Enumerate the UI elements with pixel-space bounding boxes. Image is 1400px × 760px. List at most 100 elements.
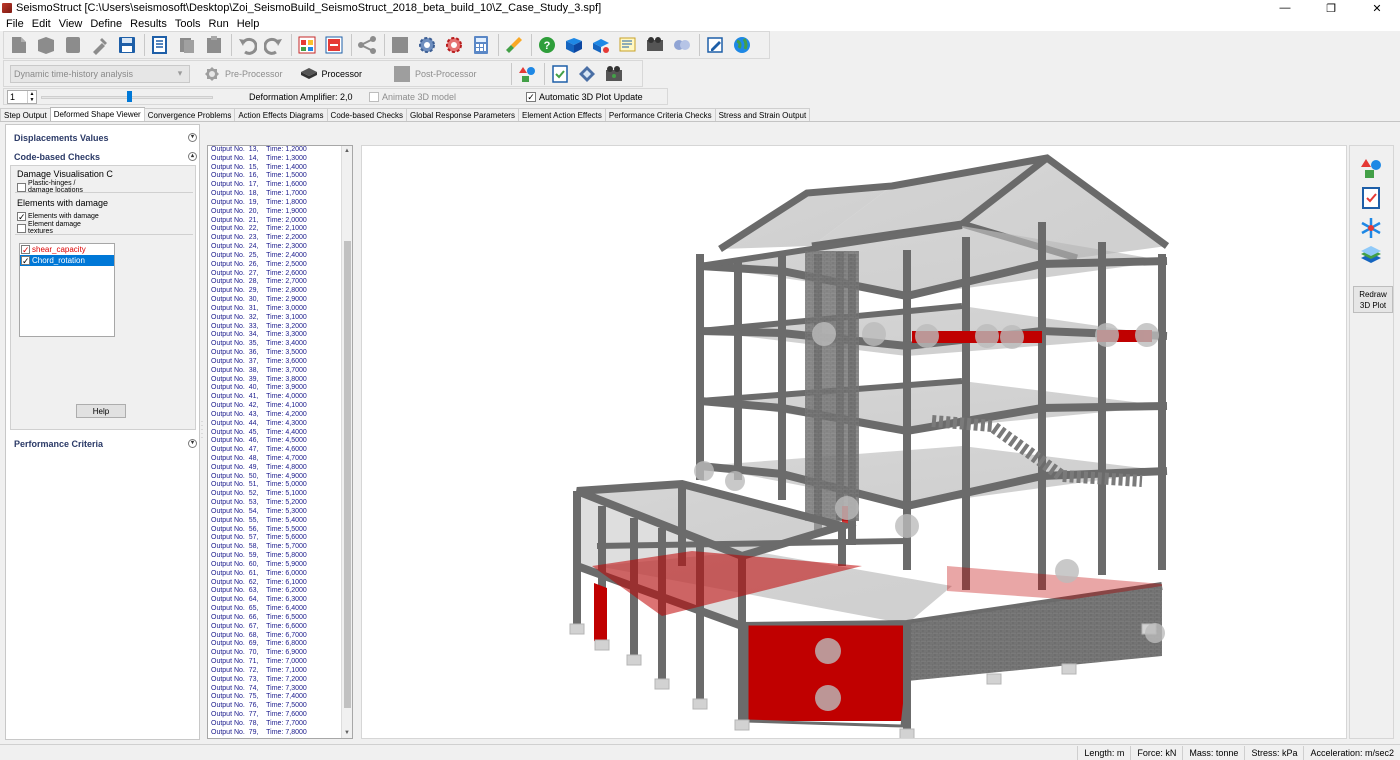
notes-icon[interactable] (617, 34, 639, 56)
output-step-row[interactable]: Output No. 60, Time: 5,9000 (211, 561, 339, 570)
scroll-down-icon[interactable]: ▼ (342, 728, 352, 738)
output-step-row[interactable]: Output No. 13, Time: 1,2000 (211, 146, 339, 155)
output-step-row[interactable]: Output No. 52, Time: 5,1000 (211, 490, 339, 499)
panel-splitter[interactable]: · · · · · (201, 419, 204, 444)
tab-performance-criteria-checks[interactable]: Performance Criteria Checks (604, 108, 716, 121)
output-step-row[interactable]: Output No. 25, Time: 2,4000 (211, 252, 339, 261)
output-steps-list[interactable]: Output No. 13, Time: 1,2000 Output No. 14… (207, 145, 353, 739)
maximize-button[interactable]: ❐ (1308, 0, 1354, 16)
chord-rotation-checkbox[interactable]: ✓ (21, 256, 30, 266)
video-tutorials-icon[interactable] (644, 34, 666, 56)
output-step-row[interactable]: Output No. 16, Time: 1,5000 (211, 172, 339, 181)
menu-help[interactable]: Help (233, 18, 264, 30)
video-record-icon[interactable] (603, 63, 625, 85)
scrollbar-thumb[interactable] (344, 241, 351, 708)
check-chord-rotation[interactable]: ✓ Chord_rotation (20, 255, 114, 266)
menu-run[interactable]: Run (205, 18, 233, 30)
menu-define[interactable]: Define (86, 18, 126, 30)
expand-icon[interactable]: ▾ (188, 133, 197, 142)
menu-tools[interactable]: Tools (171, 18, 205, 30)
output-step-row[interactable]: Output No. 63, Time: 6,2000 (211, 587, 339, 596)
output-step-row[interactable]: Output No. 57, Time: 5,6000 (211, 534, 339, 543)
output-step-row[interactable]: Output No. 73, Time: 7,2000 (211, 676, 339, 685)
output-step-row[interactable]: Output No. 69, Time: 6,8000 (211, 640, 339, 649)
shapes-settings-icon[interactable] (1359, 156, 1383, 180)
output-step-row[interactable]: Output No. 37, Time: 3,6000 (211, 358, 339, 367)
output-step-row[interactable]: Output No. 38, Time: 3,7000 (211, 367, 339, 376)
run-analysis-icon[interactable] (576, 63, 598, 85)
output-step-row[interactable]: Output No. 17, Time: 1,6000 (211, 181, 339, 190)
element-damage-textures-option[interactable]: Element damage textures (17, 221, 81, 235)
website-globe-icon[interactable] (731, 34, 753, 56)
slider-thumb[interactable] (127, 90, 132, 102)
tab-code-based-checks[interactable]: Code-based Checks (326, 108, 408, 121)
copy-icon[interactable] (176, 34, 198, 56)
menu-file[interactable]: File (2, 18, 28, 30)
check-shear-capacity[interactable]: ✓ shear_capacity (20, 244, 114, 255)
close-button[interactable]: ✕ (1354, 0, 1400, 16)
expand-icon[interactable]: ▾ (188, 439, 197, 448)
output-step-row[interactable]: Output No. 66, Time: 6,5000 (211, 614, 339, 623)
tab-element-action-effects[interactable]: Element Action Effects (517, 108, 606, 121)
output-step-row[interactable]: Output No. 18, Time: 1,7000 (211, 190, 339, 199)
new-file-icon[interactable] (8, 34, 30, 56)
calculator-icon[interactable] (470, 34, 492, 56)
output-step-row[interactable]: Output No. 54, Time: 5,3000 (211, 508, 339, 517)
shapes-icon[interactable] (516, 63, 538, 85)
displacements-section-header[interactable]: Displacements Values ▾ (12, 131, 197, 145)
output-step-row[interactable]: Output No. 15, Time: 1,4000 (211, 164, 339, 173)
deformed-shape-3d-view[interactable] (361, 145, 1347, 739)
undo-icon[interactable] (236, 34, 258, 56)
output-step-row[interactable]: Output No. 23, Time: 2,2000 (211, 234, 339, 243)
processor-button[interactable]: Processor (295, 63, 367, 85)
output-step-row[interactable]: Output No. 78, Time: 7,7000 (211, 720, 339, 729)
brush-icon[interactable] (503, 34, 525, 56)
tab-convergence-problems[interactable]: Convergence Problems (143, 108, 236, 121)
template-icon[interactable] (62, 34, 84, 56)
output-step-row[interactable]: Output No. 14, Time: 1,3000 (211, 155, 339, 164)
output-step-row[interactable]: Output No. 55, Time: 5,4000 (211, 517, 339, 526)
help-button[interactable]: Help (76, 404, 126, 418)
output-step-row[interactable]: Output No. 32, Time: 3,1000 (211, 314, 339, 323)
tab-action-effects-diagrams[interactable]: Action Effects Diagrams (234, 108, 328, 121)
output-step-row[interactable]: Output No. 34, Time: 3,3000 (211, 331, 339, 340)
settings-gear-icon[interactable] (416, 34, 438, 56)
animate-checkbox[interactable] (369, 91, 379, 102)
post-processor-button[interactable]: Post-Processor (388, 63, 481, 85)
deformation-amplifier[interactable]: Deformation Amplifier: 2,0 (249, 92, 359, 102)
output-step-row[interactable]: Output No. 61, Time: 6,0000 (211, 570, 339, 579)
output-step-row[interactable]: Output No. 41, Time: 4,0000 (211, 393, 339, 402)
output-step-row[interactable]: Output No. 72, Time: 7,1000 (211, 667, 339, 676)
menu-results[interactable]: Results (126, 18, 171, 30)
output-step-row[interactable]: Output No. 79, Time: 7,8000 (211, 729, 339, 738)
auto-3d-update-option[interactable]: ✓ Automatic 3D Plot Update (526, 91, 643, 102)
output-step-row[interactable]: Output No. 68, Time: 6,7000 (211, 632, 339, 641)
menu-view[interactable]: View (55, 18, 87, 30)
output-step-row[interactable]: Output No. 56, Time: 5,5000 (211, 526, 339, 535)
output-step-row[interactable]: Output No. 67, Time: 6,6000 (211, 623, 339, 632)
analysis-type-select[interactable]: Dynamic time-history analysis ▾ (10, 64, 190, 83)
output-step-row[interactable]: Output No. 77, Time: 7,6000 (211, 711, 339, 720)
output-step-row[interactable]: Output No. 40, Time: 3,9000 (211, 384, 339, 393)
output-step-row[interactable]: Output No. 26, Time: 2,5000 (211, 261, 339, 270)
axes-icon[interactable] (1359, 216, 1383, 240)
new-project-icon[interactable] (35, 34, 57, 56)
print-preview-icon[interactable] (149, 34, 171, 56)
output-step-row[interactable]: Output No. 50, Time: 4,9000 (211, 473, 339, 482)
output-step-row[interactable]: Output No. 49, Time: 4,8000 (211, 464, 339, 473)
project-settings-icon[interactable] (443, 34, 465, 56)
output-step-row[interactable]: Output No. 28, Time: 2,7000 (211, 278, 339, 287)
connectivity-icon[interactable] (356, 34, 378, 56)
checklist-settings-icon[interactable] (1359, 186, 1383, 210)
manual-icon[interactable] (563, 34, 585, 56)
collapse-icon[interactable]: ▴ (188, 152, 197, 161)
output-step-row[interactable]: Output No. 29, Time: 2,8000 (211, 287, 339, 296)
auto-update-checkbox[interactable]: ✓ (526, 91, 537, 102)
elements-with-damage-checkbox[interactable]: ✓ (17, 212, 26, 222)
redo-icon[interactable] (263, 34, 285, 56)
output-step-row[interactable]: Output No. 30, Time: 2,9000 (211, 296, 339, 305)
code-checks-section-header[interactable]: Code-based Checks ▴ (12, 150, 197, 164)
vertical-scrollbar[interactable]: ▲ ▼ (341, 146, 352, 738)
output-step-row[interactable]: Output No. 75, Time: 7,4000 (211, 693, 339, 702)
pre-processor-button[interactable]: Pre-Processor (198, 63, 287, 85)
